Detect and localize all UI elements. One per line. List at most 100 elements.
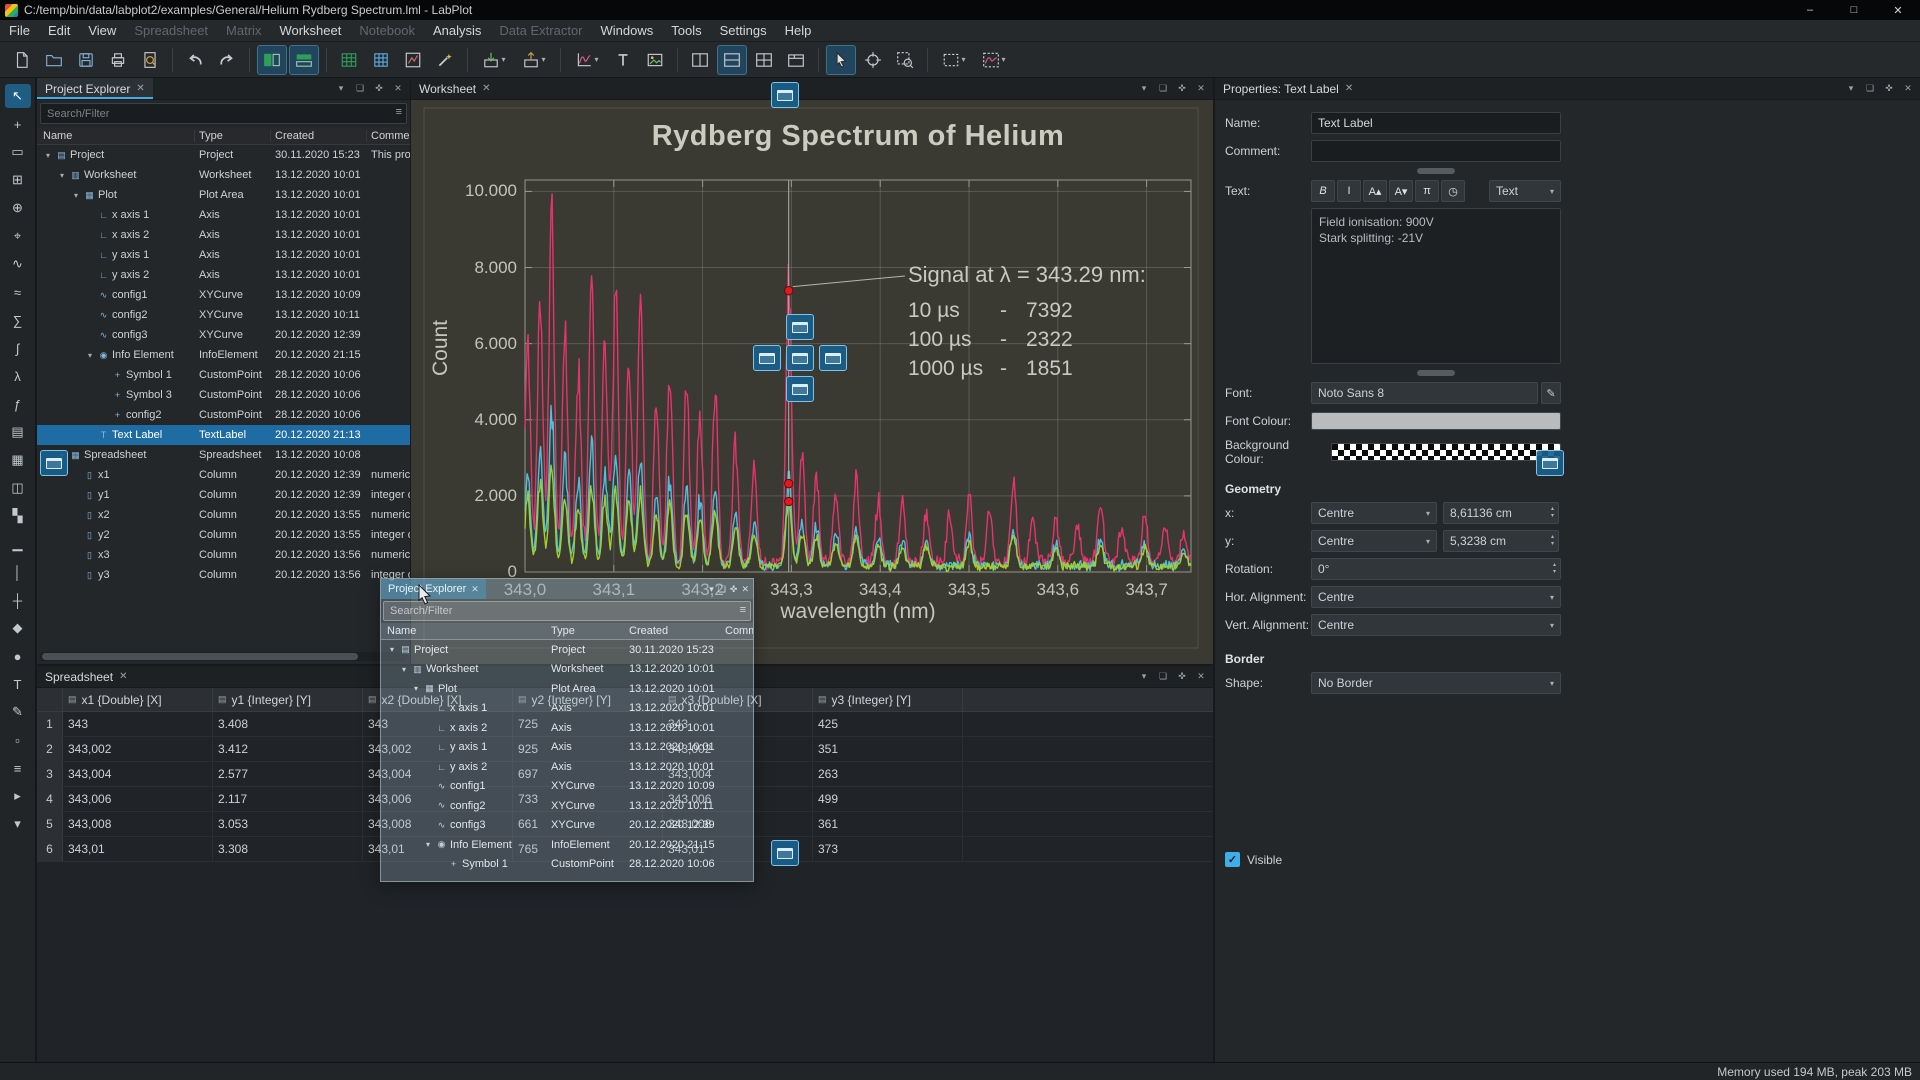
menu-item[interactable]: Spreadsheet bbox=[125, 23, 217, 38]
tree-row[interactable]: ∿config2 XYCurve 13.12.2020 10:11 bbox=[381, 796, 753, 816]
tree-row[interactable]: ∟y axis 2 Axis 13.12.2020 10:01 bbox=[381, 757, 753, 777]
x-mode-select[interactable]: Centre▾ bbox=[1311, 502, 1437, 524]
menu-item[interactable]: Edit bbox=[39, 23, 79, 38]
window-control-button[interactable]: ✕ bbox=[1876, 0, 1920, 20]
toolbar-button[interactable]: ▾ bbox=[212, 45, 242, 75]
toolbar-button[interactable]: ▾ bbox=[475, 45, 513, 75]
toolbar-button[interactable]: ▾ bbox=[430, 45, 460, 75]
tree-row[interactable]: ∟x axis 1 Axis 13.12.2020 10:01 bbox=[381, 699, 753, 719]
tool-button[interactable]: ✎ bbox=[5, 700, 31, 724]
spinner-arrows-icon[interactable]: ▴▾ bbox=[1551, 506, 1554, 520]
close-icon[interactable]: ✕ bbox=[119, 671, 127, 682]
toolbar-button[interactable]: ▾ bbox=[398, 45, 428, 75]
floating-titlebar[interactable]: Project Explorer ✕ ▾❏✜✕ bbox=[381, 579, 753, 599]
toolbar-button[interactable]: ▾ bbox=[249, 48, 250, 72]
toolbar-button[interactable]: ▾ bbox=[334, 45, 364, 75]
toolbar-button[interactable]: ▾ bbox=[172, 48, 173, 72]
vert-alignment-select[interactable]: Centre▾ bbox=[1311, 614, 1561, 636]
text-edit-area[interactable]: Field ionisation: 900V Stark splitting: … bbox=[1311, 208, 1561, 364]
horizontal-scrollbar[interactable] bbox=[40, 652, 407, 661]
tab-spreadsheet[interactable]: Spreadsheet ✕ bbox=[37, 666, 135, 687]
tree-row[interactable]: ▾◉Info Element InfoElement 20.12.2020 21… bbox=[381, 835, 753, 855]
format-button[interactable]: A▴ bbox=[1363, 180, 1387, 202]
scrollbar-thumb[interactable] bbox=[42, 653, 358, 660]
toolbar-button[interactable]: ▾ bbox=[890, 45, 920, 75]
menu-item[interactable]: Analysis bbox=[424, 23, 490, 38]
toolbar-button[interactable]: ▾ bbox=[326, 48, 327, 72]
menu-item[interactable]: Tools bbox=[662, 23, 710, 38]
tree-row[interactable]: ▾▦Plot Plot Area 13.12.2020 10:01 bbox=[381, 679, 753, 699]
tree-row[interactable]: ∿config3 XYCurve 20.12.2020 12:39 bbox=[37, 325, 410, 345]
tree-row[interactable]: ∿config3 XYCurve 20.12.2020 12:39 bbox=[381, 816, 753, 836]
dock-button[interactable]: ❏ bbox=[1862, 81, 1878, 97]
toolbar-button[interactable]: ▾ bbox=[515, 45, 553, 75]
shape-select[interactable]: No Border▾ bbox=[1311, 672, 1561, 694]
filter-icon[interactable]: ≡ bbox=[740, 604, 746, 616]
toolbar-button[interactable]: ▾ bbox=[826, 45, 856, 75]
tool-button[interactable]: ⊞ bbox=[5, 168, 31, 192]
dock-indicator-left-edge[interactable] bbox=[40, 450, 68, 476]
expander-icon[interactable]: ▾ bbox=[85, 351, 95, 360]
expander-icon[interactable]: ▾ bbox=[71, 191, 81, 200]
dock-indicator-right-edge[interactable] bbox=[1536, 450, 1564, 476]
comment-field[interactable] bbox=[1311, 140, 1561, 162]
tool-button[interactable]: ▁ bbox=[5, 532, 31, 556]
toolbar-button[interactable]: ▾ bbox=[180, 45, 210, 75]
toolbar-button[interactable]: ▾ bbox=[257, 45, 287, 75]
expander-icon[interactable]: ▾ bbox=[43, 151, 53, 160]
tree-row[interactable]: +Symbol 3 CustomPoint 28.12.2020 10:06 bbox=[37, 385, 410, 405]
toolbar-button[interactable]: ▾ bbox=[467, 48, 468, 72]
filter-icon[interactable]: ≡ bbox=[396, 106, 402, 118]
toolbar-button[interactable]: ▾ bbox=[103, 45, 133, 75]
tree-row[interactable]: +Symbol 1 CustomPoint 28.12.2020 10:06 bbox=[37, 365, 410, 385]
tool-button[interactable]: ≡ bbox=[5, 756, 31, 780]
y-value-spinner[interactable]: 5,3238 cm▴▾ bbox=[1443, 530, 1559, 552]
dock-indicator-center-left[interactable] bbox=[753, 345, 781, 371]
dock-indicator-center-right[interactable] bbox=[819, 345, 847, 371]
tool-button[interactable]: ▤ bbox=[5, 420, 31, 444]
tool-button[interactable]: ⊕ bbox=[5, 196, 31, 220]
tree-row[interactable]: ∟x axis 1 Axis 13.12.2020 10:01 bbox=[37, 205, 410, 225]
dock-button[interactable]: ✜ bbox=[1881, 81, 1897, 97]
tree-row[interactable]: ∟x axis 2 Axis 13.12.2020 10:01 bbox=[381, 718, 753, 738]
tree-row[interactable]: ▯x3 Column 20.12.2020 13:56 numerical bbox=[37, 545, 410, 565]
dock-button[interactable]: ✜ bbox=[1174, 669, 1190, 685]
text-mode-select[interactable]: Text ▾ bbox=[1489, 180, 1561, 202]
toolbar-button[interactable]: ▾ bbox=[71, 45, 101, 75]
column-header[interactable]: ▤x1 {Double} [X] bbox=[63, 688, 213, 711]
dock-button[interactable]: ❏ bbox=[352, 81, 368, 97]
resize-grip[interactable] bbox=[1417, 168, 1455, 174]
menu-item[interactable]: View bbox=[79, 23, 125, 38]
toolbar-button[interactable]: ▾ bbox=[677, 48, 678, 72]
tool-button[interactable]: ◫ bbox=[5, 476, 31, 500]
format-button[interactable]: π bbox=[1415, 180, 1439, 202]
dock-button[interactable]: ✕ bbox=[741, 584, 749, 595]
menu-item[interactable]: Worksheet bbox=[270, 23, 350, 38]
tool-button[interactable]: T bbox=[5, 672, 31, 696]
tree-row[interactable]: ▾▤Project Project 30.11.2020 15:23 This … bbox=[37, 145, 410, 165]
tree-row[interactable]: ▾▦Plot Plot Area 13.12.2020 10:01 bbox=[37, 185, 410, 205]
search-input[interactable] bbox=[40, 103, 407, 124]
dock-button[interactable]: ✕ bbox=[1193, 669, 1209, 685]
toolbar-button[interactable]: ▾ bbox=[135, 45, 165, 75]
hor-alignment-select[interactable]: Centre▾ bbox=[1311, 586, 1561, 608]
column-header-name[interactable]: Name bbox=[37, 130, 195, 142]
dock-button[interactable]: ✕ bbox=[390, 81, 406, 97]
font-field[interactable]: Noto Sans 8 bbox=[1311, 382, 1538, 404]
menu-item[interactable]: Matrix bbox=[217, 23, 270, 38]
format-button[interactable]: ◷ bbox=[1441, 180, 1465, 202]
tool-button[interactable]: │ bbox=[5, 560, 31, 584]
tool-button[interactable]: ● bbox=[5, 644, 31, 668]
dock-indicator-bottom-edge[interactable] bbox=[771, 840, 799, 866]
column-header[interactable]: ▤y1 {Integer} [Y] bbox=[213, 688, 363, 711]
name-field[interactable] bbox=[1311, 112, 1561, 134]
tool-button[interactable]: ∑ bbox=[5, 308, 31, 332]
tool-button[interactable]: ▚ bbox=[5, 504, 31, 528]
toolbar-button[interactable]: ▾ bbox=[858, 45, 888, 75]
dock-button[interactable]: ❏ bbox=[718, 584, 726, 595]
tool-button[interactable]: + bbox=[5, 112, 31, 136]
tab-properties[interactable]: Properties: Text Label ✕ bbox=[1215, 78, 1361, 99]
column-header-created[interactable]: Created bbox=[271, 130, 367, 142]
dock-indicator-center[interactable] bbox=[786, 345, 814, 371]
tree-row[interactable]: ∿config2 XYCurve 13.12.2020 10:11 bbox=[37, 305, 410, 325]
